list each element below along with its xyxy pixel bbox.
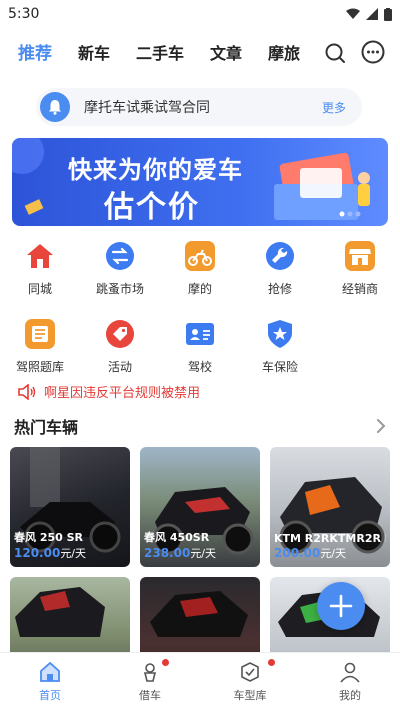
swap-icon <box>104 240 136 272</box>
banner-subheadline: 估个价 <box>104 190 200 225</box>
feature-label: 跳蚤市场 <box>95 282 144 296</box>
scooter-icon <box>143 663 157 682</box>
id-card-icon <box>184 318 216 350</box>
vehicle-price: 200.00 <box>274 546 321 560</box>
price-unit: 元/天 <box>60 547 87 560</box>
section-title: 热门车辆 <box>14 418 79 437</box>
motorbike-icon <box>184 240 216 272</box>
bottom-nav-label: 车型库 <box>233 689 267 702</box>
feature-driving-school[interactable]: 驾校 <box>160 314 240 392</box>
tag-icon <box>104 318 136 350</box>
bottom-nav-model-library[interactable]: 车型库 <box>200 653 300 710</box>
status-time: 5:30 <box>8 6 40 22</box>
store-icon <box>344 240 376 272</box>
feature-label: 驾校 <box>187 360 212 374</box>
feature-events[interactable]: 活动 <box>80 314 160 392</box>
home-icon <box>40 661 60 682</box>
feature-flea-market[interactable]: 跳蚤市场 <box>80 236 160 314</box>
top-nav: 推荐 新车 二手车 文章 摩旅 <box>0 36 400 72</box>
banner-headline: 快来为你的爱车 <box>68 156 243 184</box>
notification-dot <box>268 659 275 666</box>
bottom-nav-home[interactable]: 首页 <box>0 653 100 710</box>
ticker-text: 啊星因违反平台规则被禁用 <box>44 386 201 401</box>
plus-icon <box>329 594 353 618</box>
notice-more-link[interactable]: 更多 <box>322 99 346 116</box>
announcement-ticker[interactable]: 啊星因违反平台规则被禁用 <box>18 382 200 401</box>
notice-text: 摩托车试乘试驾合同 <box>84 100 210 116</box>
promo-banner[interactable]: 快来为你的爱车 估个价 <box>12 138 388 226</box>
add-fab-button[interactable] <box>317 582 365 630</box>
bottom-nav-label: 我的 <box>339 689 361 702</box>
chevron-right-icon[interactable] <box>376 418 386 434</box>
vehicle-photo <box>15 587 105 637</box>
vehicle-price: 238.00 <box>144 546 191 560</box>
price-unit: 元/天 <box>190 547 217 560</box>
tab-moto-travel[interactable]: 摩旅 <box>268 36 300 72</box>
bell-icon <box>40 92 70 122</box>
notice-bar[interactable]: 摩托车试乘试驾合同 更多 <box>36 88 362 126</box>
wifi-icon <box>346 8 360 19</box>
feature-repair[interactable]: 抢修 <box>240 236 320 314</box>
feature-local[interactable]: 同城 <box>0 236 80 314</box>
vehicle-name: 春风 450SR <box>144 531 210 544</box>
vehicle-photo <box>150 591 248 637</box>
feature-license-quiz[interactable]: 驾照题库 <box>0 314 80 392</box>
person-icon <box>340 662 360 683</box>
bottom-nav-borrow[interactable]: 借车 <box>100 653 200 710</box>
price-unit: 元/天 <box>320 547 347 560</box>
tab-articles[interactable]: 文章 <box>210 36 242 72</box>
feature-label: 车保险 <box>261 360 298 374</box>
box-check-icon <box>241 662 259 682</box>
vehicle-price: 120.00 <box>14 546 61 560</box>
search-icon[interactable] <box>324 42 346 64</box>
home-icon <box>24 240 56 272</box>
vehicle-card[interactable]: KTM R2RKTMR2R R... 200.00元/天 <box>270 447 390 567</box>
feature-label: 同城 <box>27 282 52 296</box>
list-icon <box>24 318 56 350</box>
wrench-icon <box>264 240 296 272</box>
speaker-icon <box>18 383 36 400</box>
feature-label: 驾照题库 <box>15 360 64 374</box>
tab-recommend[interactable]: 推荐 <box>18 36 52 72</box>
tab-new-car[interactable]: 新车 <box>78 36 110 72</box>
vehicle-name: KTM R2RKTMR2R R... <box>274 532 386 545</box>
status-bar: 5:30 <box>0 0 400 28</box>
battery-icon <box>384 7 392 21</box>
feature-moto-taxi[interactable]: 摩的 <box>160 236 240 314</box>
tab-used-car[interactable]: 二手车 <box>136 36 184 72</box>
hot-vehicles-header: 热门车辆 <box>14 414 386 438</box>
signal-icon <box>366 8 378 20</box>
feature-grid: 同城 跳蚤市场 摩的 抢修 经销商 驾照题库 活动 驾校 车保险 <box>0 236 400 392</box>
feature-label: 活动 <box>107 360 132 374</box>
bottom-nav-profile[interactable]: 我的 <box>300 653 400 710</box>
feature-label: 摩的 <box>187 282 212 296</box>
feature-dealer[interactable]: 经销商 <box>320 236 400 314</box>
feature-insurance[interactable]: 车保险 <box>240 314 320 392</box>
shield-star-icon <box>264 318 296 350</box>
notification-dot <box>162 659 169 666</box>
message-icon[interactable] <box>360 40 386 66</box>
vehicle-card[interactable]: 春风 450SR 238.00元/天 <box>140 447 260 567</box>
feature-label: 经销商 <box>341 282 378 296</box>
vehicle-name: 春风 250 SR <box>14 531 84 544</box>
bottom-nav: 首页 借车 车型库 我的 <box>0 652 400 710</box>
bottom-nav-label: 首页 <box>39 689 61 702</box>
vehicle-card[interactable]: 春风 250 SR 120.00元/天 <box>10 447 130 567</box>
feature-label: 抢修 <box>267 282 292 296</box>
bottom-nav-label: 借车 <box>139 689 161 702</box>
